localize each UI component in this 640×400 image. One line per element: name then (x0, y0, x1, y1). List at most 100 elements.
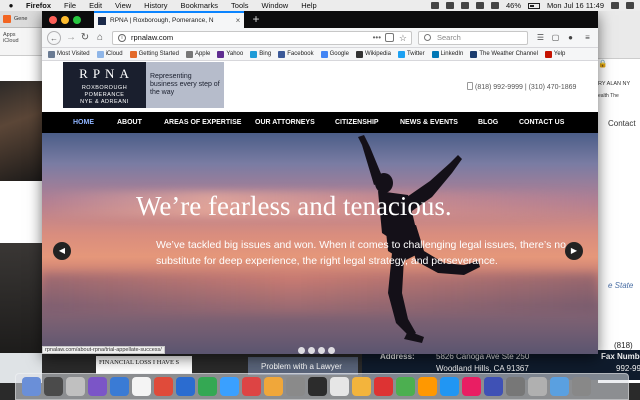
tab-close-icon[interactable]: × (232, 16, 244, 25)
notification-center-icon[interactable] (626, 2, 634, 9)
dock-app-icon[interactable] (154, 377, 173, 396)
extension-icon[interactable]: ● (565, 32, 576, 43)
url-bar[interactable]: i rpnalaw.com ••• ☆ (112, 31, 412, 45)
slider-dot[interactable] (318, 347, 325, 354)
tab-rpna[interactable]: RPNA | Roxborough, Pomerance, N × (94, 11, 244, 28)
nav-our-attorneys[interactable]: OUR ATTORNEYS (255, 112, 315, 133)
dock-app-icon[interactable] (66, 377, 85, 396)
background-window-right[interactable]: 🔒 RY ALAN NY ealth The Contact e State (… (598, 11, 640, 383)
search-input[interactable]: Search (418, 31, 528, 45)
clock[interactable]: Mon Jul 16 11:49 (547, 1, 604, 10)
search-icon[interactable] (611, 2, 619, 9)
slider-next-button[interactable]: ▶ (565, 242, 583, 260)
bookmark-bing[interactable]: Bing (250, 50, 271, 58)
slider-dot[interactable] (298, 347, 305, 354)
pocket-icon[interactable] (385, 33, 394, 42)
apple-menu-icon[interactable]: ● (6, 1, 16, 10)
dock-app-icon[interactable] (264, 377, 283, 396)
dock-app-icon[interactable] (418, 377, 437, 396)
nav-home[interactable]: HOME (73, 112, 94, 133)
menu-view[interactable]: View (115, 1, 131, 10)
sidebar-icon[interactable]: ▢ (550, 32, 561, 43)
nav-blog[interactable]: BLOG (478, 112, 498, 133)
dock-app-icon[interactable] (352, 377, 371, 396)
dock-app-icon[interactable] (440, 377, 459, 396)
nav-citizenship[interactable]: CITIZENSHIP (335, 112, 379, 133)
bg-bookmark-icloud[interactable]: iCloud (3, 38, 39, 44)
bookmark-linkedin[interactable]: LinkedIn (431, 50, 463, 58)
dock-app-icon[interactable] (550, 377, 569, 396)
bookmark-wikipedia[interactable]: Wikipedia (355, 50, 391, 58)
dock-app-icon[interactable] (220, 377, 239, 396)
phone-text[interactable]: (818) 992-9999 | (310) 470-1869 (475, 84, 576, 91)
background-window-left[interactable]: Gene Apps iCloud (0, 11, 42, 383)
bookmark-apple[interactable]: Apple (185, 50, 210, 58)
nav-areas-of-expertise[interactable]: AREAS OF EXPERTISE (164, 112, 241, 133)
menu-history[interactable]: History (144, 1, 167, 10)
menu-bookmarks[interactable]: Bookmarks (181, 1, 219, 10)
site-info-icon[interactable]: i (118, 34, 126, 42)
bookmark-yelp[interactable]: Yelp (544, 50, 565, 58)
dock-app-icon[interactable] (572, 377, 591, 396)
bookmark-google[interactable]: Google (320, 50, 349, 58)
bookmark-facebook[interactable]: Facebook (278, 50, 314, 58)
home-button[interactable]: ⌂ (93, 31, 107, 45)
bookmark-the-weather-channel[interactable]: The Weather Channel (470, 50, 538, 58)
dock-app-icon[interactable] (462, 377, 481, 396)
dock-app-icon[interactable] (308, 377, 327, 396)
battery-icon[interactable] (528, 2, 541, 9)
bg-right-contact-link[interactable]: Contact (608, 119, 636, 128)
dock-app-icon[interactable] (132, 377, 151, 396)
dock-app-icon[interactable] (88, 377, 107, 396)
app-menu-firefox[interactable]: Firefox (26, 1, 51, 10)
bookmark-most-visited[interactable]: Most Visited (48, 50, 90, 58)
status-dropbox-icon[interactable] (446, 2, 454, 9)
menu-window[interactable]: Window (262, 1, 289, 10)
bookmark-star-icon[interactable]: ☆ (399, 32, 407, 44)
dock-app-icon[interactable] (22, 377, 41, 396)
forward-button[interactable]: → (64, 31, 78, 45)
dock-app-icon[interactable] (484, 377, 503, 396)
bookmark-getting-started[interactable]: Getting Started (129, 50, 179, 58)
back-button[interactable]: ← (47, 31, 61, 45)
nav-contact-us[interactable]: CONTACT US (519, 112, 564, 133)
new-tab-button[interactable]: + (249, 12, 263, 27)
dock-app-icon[interactable] (198, 377, 217, 396)
wifi-icon[interactable] (476, 2, 484, 9)
menu-help[interactable]: Help (301, 1, 316, 10)
bookmark-twitter[interactable]: Twitter (397, 50, 425, 58)
dock-app-icon[interactable] (528, 377, 547, 396)
bookmark-icloud[interactable]: iCloud (96, 50, 123, 58)
dock-app-icon[interactable] (44, 377, 63, 396)
slider-dot[interactable] (328, 347, 335, 354)
dock-app-icon[interactable] (506, 377, 525, 396)
dock-app-icon[interactable] (396, 377, 415, 396)
rpna-logo[interactable]: RPNA ROXBOROUGH POMERANCE NYE & ADREANI (63, 62, 146, 108)
dock-app-icon[interactable] (110, 377, 129, 396)
nav-about[interactable]: ABOUT (117, 112, 142, 133)
status-timemachine-icon[interactable] (461, 2, 469, 9)
bg-tab-label[interactable]: Gene (14, 16, 27, 22)
menu-file[interactable]: File (64, 1, 76, 10)
page-actions-icon[interactable]: ••• (373, 32, 381, 44)
dock-app-icon[interactable] (286, 377, 305, 396)
slider-dot[interactable] (308, 347, 315, 354)
dock-app-icon[interactable] (176, 377, 195, 396)
menu-tools[interactable]: Tools (231, 1, 249, 10)
nav-news-events[interactable]: NEWS & EVENTS (400, 112, 458, 133)
library-icon[interactable]: ☰ (535, 32, 546, 43)
menu-edit[interactable]: Edit (89, 1, 102, 10)
slider-prev-button[interactable]: ◀ (53, 242, 71, 260)
reload-button[interactable]: ↻ (78, 31, 92, 45)
volume-icon[interactable] (491, 2, 499, 9)
dock-app-icon[interactable] (374, 377, 393, 396)
hamburger-menu-icon[interactable]: ≡ (582, 32, 593, 43)
window-close-button[interactable] (49, 16, 57, 24)
window-minimize-button[interactable] (61, 16, 69, 24)
bookmark-yahoo[interactable]: Yahoo (217, 50, 243, 58)
dock-app-icon[interactable] (330, 377, 349, 396)
dock-app-icon[interactable] (242, 377, 261, 396)
status-app-icon[interactable] (431, 2, 439, 9)
window-maximize-button[interactable] (73, 16, 81, 24)
firefox-window[interactable]: RPNA | Roxborough, Pomerance, N × + ← → … (42, 11, 598, 354)
